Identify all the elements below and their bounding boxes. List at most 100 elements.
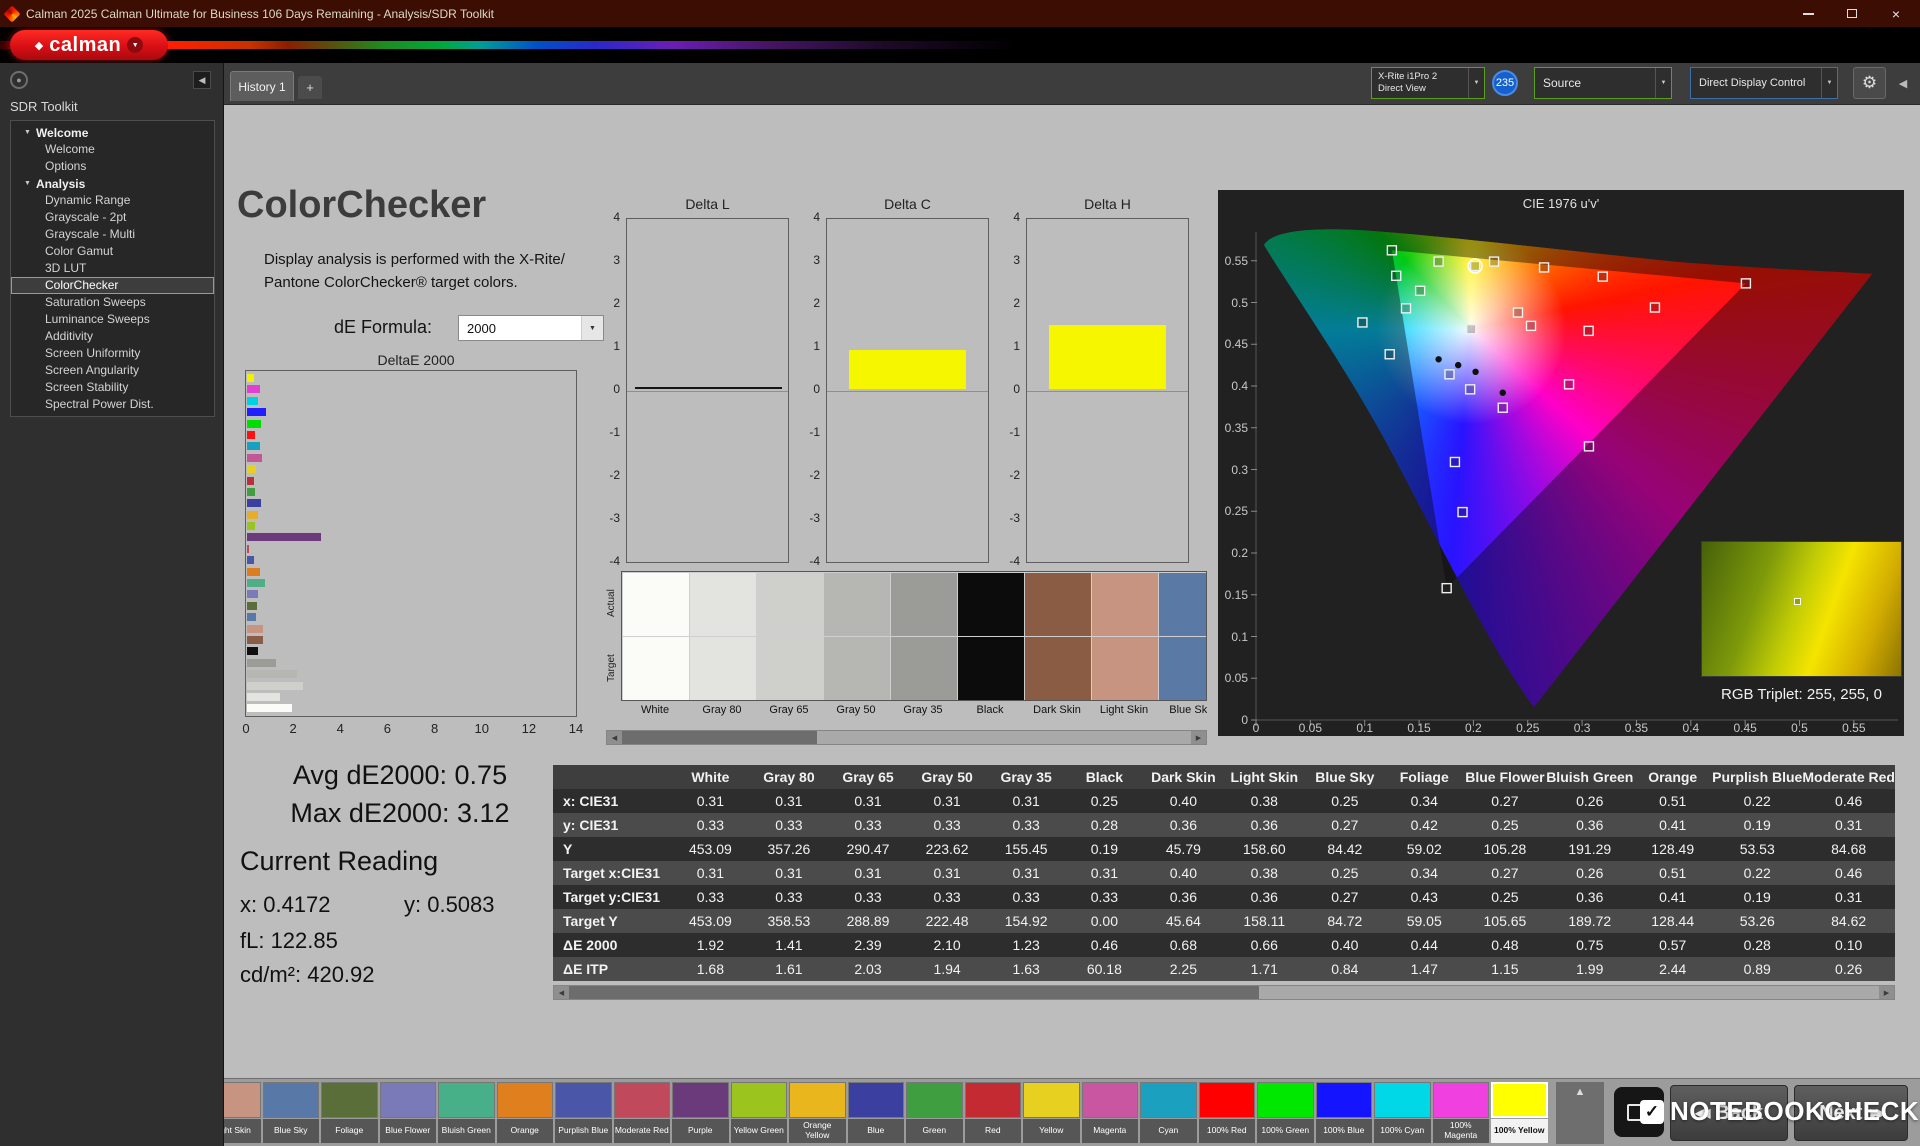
patch-tile-100-blue[interactable]: 100% Blue — [1315, 1082, 1372, 1143]
expand-arrow-button[interactable]: ▲ — [1556, 1082, 1604, 1144]
patch-swatch[interactable] — [224, 1082, 261, 1118]
maximize-button[interactable] — [1834, 0, 1870, 27]
calman-logo[interactable]: ◆ calman ▼ — [10, 30, 168, 60]
sidebar-item-3d-lut[interactable]: 3D LUT — [11, 260, 214, 277]
sidebar-item-luminance-sweeps[interactable]: Luminance Sweeps — [11, 311, 214, 328]
scroll-left-button[interactable]: ◀ — [554, 986, 569, 999]
patch-swatch[interactable] — [1315, 1082, 1372, 1118]
source-select[interactable]: Source ▼ — [1534, 67, 1672, 99]
patch-tile-foliage[interactable]: Foliage — [321, 1082, 378, 1143]
sidebar-item-saturation-sweeps[interactable]: Saturation Sweeps — [11, 294, 214, 311]
settings-gear-button[interactable]: ⚙ — [1853, 67, 1886, 99]
strip-scrollbar[interactable]: ◀ ▶ — [606, 730, 1207, 745]
sidebar-collapse-button[interactable]: ◀ — [193, 71, 211, 89]
patch-swatch[interactable] — [730, 1082, 787, 1118]
meter-select[interactable]: X-Rite i1Pro 2 Direct View ▼ — [1371, 67, 1485, 99]
scroll-right-button[interactable]: ▶ — [1191, 731, 1206, 744]
scroll-left-button[interactable]: ◀ — [607, 731, 622, 744]
sidebar-item-grayscale-2pt[interactable]: Grayscale - 2pt — [11, 209, 214, 226]
patch-tile-blue-flower[interactable]: Blue Flower — [379, 1082, 436, 1143]
patch-tile-green[interactable]: Green — [906, 1082, 963, 1143]
patch-swatch[interactable] — [964, 1082, 1021, 1118]
page-description: Display analysis is performed with the X… — [264, 248, 565, 295]
sidebar-item-spectral-power-dist[interactable]: Spectral Power Dist. — [11, 396, 214, 413]
patch-swatch[interactable] — [1374, 1082, 1431, 1118]
sidebar-circle-icon[interactable]: ● — [10, 71, 28, 89]
close-button[interactable]: × — [1878, 0, 1914, 27]
de-formula-dropdown[interactable]: 2000 ▼ — [458, 315, 604, 341]
expander-icon[interactable]: ▼ — [24, 129, 31, 136]
patch-tile-purple[interactable]: Purple — [672, 1082, 729, 1143]
patch-swatch[interactable] — [1140, 1082, 1197, 1118]
patch-swatch[interactable] — [438, 1082, 495, 1118]
chevron-down-icon[interactable]: ▼ — [1655, 68, 1671, 98]
y-tick-label: 2 — [813, 296, 820, 310]
sidebar-item-dynamic-range[interactable]: Dynamic Range — [11, 192, 214, 209]
patch-tile-100-yellow[interactable]: 100% Yellow — [1491, 1082, 1548, 1143]
patch-swatch[interactable] — [906, 1082, 963, 1118]
table-scrollbar[interactable]: ◀ ▶ — [553, 985, 1895, 1000]
collapse-arrow-button[interactable]: ◀ — [1892, 72, 1914, 94]
sidebar-item-colorchecker[interactable]: ColorChecker — [11, 277, 214, 294]
sidebar-item-options[interactable]: Options — [11, 158, 214, 175]
patch-swatch[interactable] — [555, 1082, 612, 1118]
next-button[interactable]: Next ▶▶ — [1794, 1085, 1908, 1141]
chevron-down-icon[interactable]: ▼ — [1821, 68, 1837, 98]
chevron-down-icon[interactable]: ▼ — [1468, 68, 1484, 98]
patch-swatch[interactable] — [1491, 1082, 1548, 1118]
target-swatch — [824, 637, 890, 700]
display-mode-button[interactable] — [1614, 1087, 1664, 1137]
patch-swatch[interactable] — [847, 1082, 904, 1118]
logo-chevron-icon[interactable]: ▼ — [127, 37, 144, 53]
patch-tile-yellow-green[interactable]: Yellow Green — [730, 1082, 787, 1143]
tree-section-welcome[interactable]: ▼ Welcome — [11, 124, 214, 141]
sidebar-item-screen-uniformity[interactable]: Screen Uniformity — [11, 345, 214, 362]
patch-swatch[interactable] — [1023, 1082, 1080, 1118]
expander-icon[interactable]: ▼ — [24, 180, 31, 187]
patch-tile-100-green[interactable]: 100% Green — [1257, 1082, 1314, 1143]
patch-tile-orange[interactable]: Orange — [496, 1082, 553, 1143]
minimize-button[interactable] — [1790, 0, 1826, 27]
patch-tile-light-skin[interactable]: Light Skin — [224, 1082, 261, 1143]
patch-tile-100-red[interactable]: 100% Red — [1198, 1082, 1255, 1143]
patch-tile-blue-sky[interactable]: Blue Sky — [262, 1082, 319, 1143]
patch-tile-yellow[interactable]: Yellow — [1023, 1082, 1080, 1143]
sidebar-item-screen-stability[interactable]: Screen Stability — [11, 379, 214, 396]
scroll-thumb[interactable] — [622, 731, 817, 744]
patch-swatch[interactable] — [321, 1082, 378, 1118]
patch-tile-100-cyan[interactable]: 100% Cyan — [1374, 1082, 1431, 1143]
scroll-right-button[interactable]: ▶ — [1879, 986, 1894, 999]
patch-swatch[interactable] — [1081, 1082, 1138, 1118]
add-tab-button[interactable]: + — [298, 76, 322, 99]
display-control-select[interactable]: Direct Display Control ▼ — [1690, 67, 1838, 99]
patch-tile-cyan[interactable]: Cyan — [1140, 1082, 1197, 1143]
patch-swatch[interactable] — [496, 1082, 553, 1118]
patch-swatch[interactable] — [789, 1082, 846, 1118]
patch-swatch[interactable] — [1257, 1082, 1314, 1118]
patch-tile-blue[interactable]: Blue — [847, 1082, 904, 1143]
patch-swatch[interactable] — [1432, 1082, 1489, 1118]
patch-tile-orange-yellow[interactable]: Orange Yellow — [789, 1082, 846, 1143]
sidebar-item-additivity[interactable]: Additivity — [11, 328, 214, 345]
patch-tile-purplish-blue[interactable]: Purplish Blue — [555, 1082, 612, 1143]
patch-swatch[interactable] — [672, 1082, 729, 1118]
sidebar-item-color-gamut[interactable]: Color Gamut — [11, 243, 214, 260]
sidebar-item-grayscale-multi[interactable]: Grayscale - Multi — [11, 226, 214, 243]
patch-swatch[interactable] — [379, 1082, 436, 1118]
patch-swatch[interactable] — [262, 1082, 319, 1118]
tab-history[interactable]: History 1 — [230, 71, 294, 101]
patch-tile-bluish-green[interactable]: Bluish Green — [438, 1082, 495, 1143]
patch-tile-red[interactable]: Red — [964, 1082, 1021, 1143]
sidebar-item-welcome[interactable]: Welcome — [11, 141, 214, 158]
back-button[interactable]: ◀◀ Back — [1670, 1085, 1788, 1141]
sidebar-item-screen-angularity[interactable]: Screen Angularity — [11, 362, 214, 379]
tree-section-analysis[interactable]: ▼ Analysis — [11, 175, 214, 192]
patch-tile-moderate-red[interactable]: Moderate Red — [613, 1082, 670, 1143]
table-cell: 2.39 — [854, 937, 882, 953]
patch-tile-magenta[interactable]: Magenta — [1081, 1082, 1138, 1143]
deltae-bar-100-magenta — [247, 385, 260, 394]
patch-swatch[interactable] — [613, 1082, 670, 1118]
patch-swatch[interactable] — [1198, 1082, 1255, 1118]
patch-tile-100-magenta[interactable]: 100% Magenta — [1432, 1082, 1489, 1143]
scroll-thumb[interactable] — [569, 986, 1259, 999]
